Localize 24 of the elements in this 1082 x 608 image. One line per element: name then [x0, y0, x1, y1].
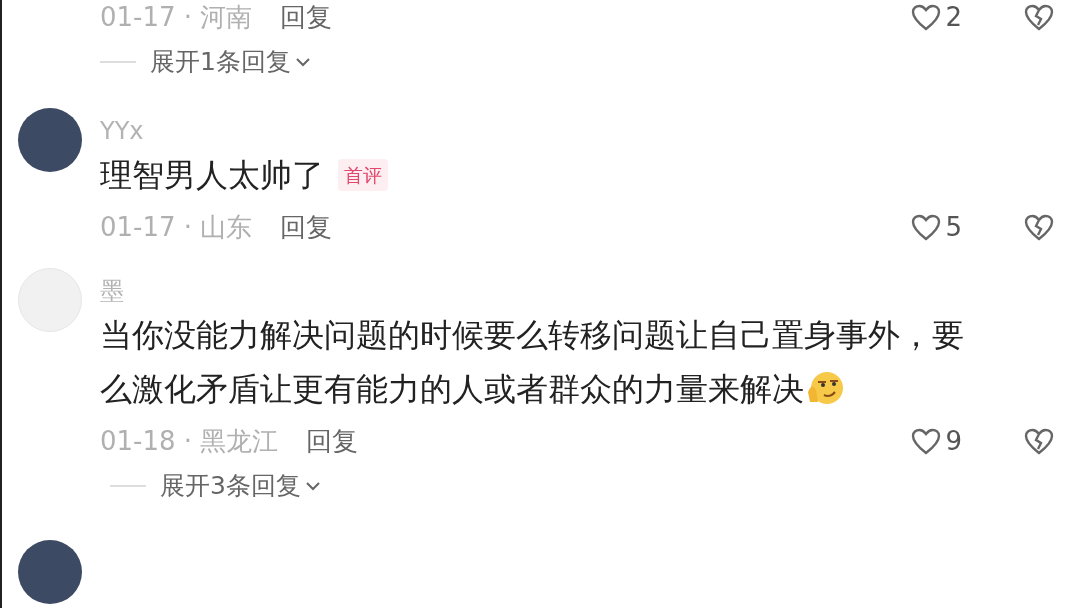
reply-link[interactable]: 回复 — [280, 0, 333, 37]
reply-link[interactable]: 回复 — [306, 421, 359, 461]
expand-replies-link[interactable]: 展开3条回复 — [160, 467, 321, 505]
post-meta: 01-17 · 河南 — [100, 0, 253, 34]
broken-heart-icon[interactable] — [1024, 213, 1054, 241]
chevron-down-icon — [304, 481, 321, 491]
broken-heart-icon[interactable] — [1024, 3, 1054, 31]
heart-icon[interactable] — [911, 3, 942, 31]
like-count: 9 — [945, 424, 962, 458]
first-comment-badge: 首评 — [338, 158, 388, 192]
chevron-down-icon — [294, 57, 311, 67]
reply-link[interactable]: 回复 — [280, 207, 333, 247]
post-meta: 01-17 · 山东 — [100, 210, 253, 244]
expand-replies-link[interactable]: 展开1条回复 — [150, 43, 311, 81]
heart-icon[interactable] — [911, 427, 942, 455]
like-count: 5 — [945, 210, 962, 244]
like-count: 2 — [945, 0, 962, 34]
username: YYx — [100, 116, 145, 147]
comment-text: 当你没能力解决问题的时候要么转移问题让自己置身事外，要 么激化矛盾让更有能力的人或者群众的力量来解决 — [100, 315, 965, 410]
heart-icon[interactable] — [911, 213, 942, 241]
post-meta: 01-18 · 黑龙江 — [100, 424, 279, 458]
broken-heart-icon[interactable] — [1024, 427, 1054, 455]
comment-text: 理智男人太帅了 — [100, 155, 324, 196]
username: 墨 — [100, 276, 125, 307]
